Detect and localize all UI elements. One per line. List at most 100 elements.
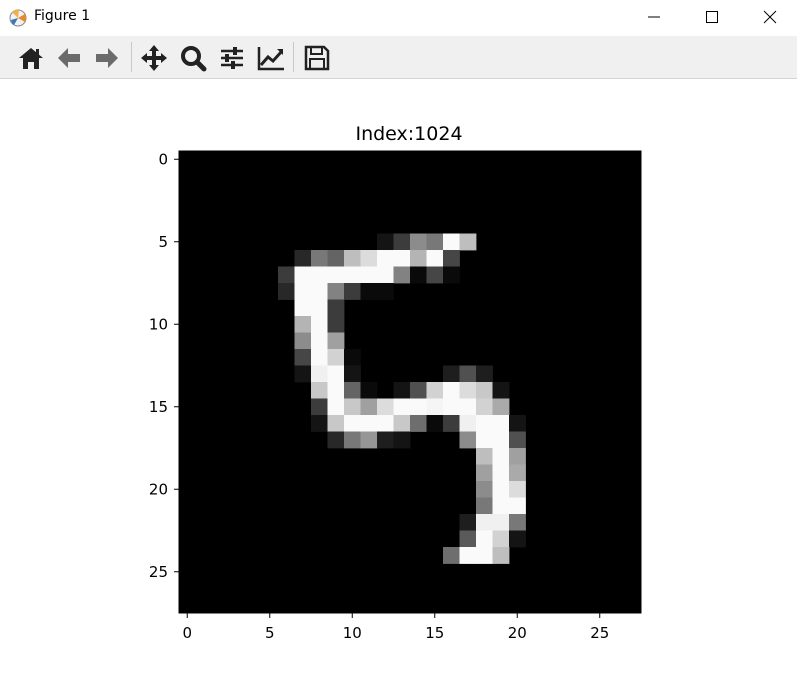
- pixel-cell: [377, 283, 394, 300]
- pixel-cell: [360, 431, 378, 449]
- pixel-cell: [426, 415, 444, 432]
- close-button[interactable]: [747, 0, 793, 34]
- window-title: Figure 1: [34, 8, 91, 24]
- configure-subplots-button[interactable]: [215, 41, 249, 75]
- pixel-cell: [509, 530, 526, 548]
- pixel-cell: [393, 266, 411, 284]
- chart-line-icon: [257, 47, 284, 71]
- pixel-cell: [426, 382, 444, 399]
- x-tick-label: 25: [590, 624, 609, 642]
- pixel-cell: [393, 250, 411, 267]
- pixel-cell: [311, 299, 328, 317]
- image-plot: Index:1024 0 5 10 15 20 25 0 5 10 15 20 25: [149, 123, 642, 642]
- pixel-cell: [459, 398, 477, 416]
- toolbar-separator: [131, 42, 132, 72]
- y-tick-label: 25: [149, 563, 168, 581]
- pixel-cell: [294, 250, 312, 267]
- pixel-cell: [476, 514, 493, 531]
- x-tick-label: 10: [343, 624, 362, 642]
- window-titlebar: Figure 1: [0, 0, 797, 36]
- pixel-cell: [410, 266, 427, 284]
- pixel-cell: [311, 398, 328, 416]
- forward-button[interactable]: [90, 41, 124, 75]
- pixel-cell: [294, 316, 312, 333]
- pixel-cell: [327, 398, 345, 416]
- pixel-cell: [443, 415, 460, 432]
- y-tick-label: 5: [158, 233, 168, 251]
- minimize-button[interactable]: [631, 0, 677, 34]
- pixel-cell: [459, 382, 477, 399]
- y-tick-label: 10: [149, 315, 168, 333]
- pixel-cell: [476, 464, 493, 482]
- save-button[interactable]: [300, 41, 334, 75]
- pixel-cell: [327, 316, 345, 333]
- pixel-cell: [393, 431, 411, 449]
- pixel-cell: [443, 365, 460, 383]
- pixel-cell: [509, 514, 526, 531]
- pixel-cell: [509, 481, 526, 498]
- pixel-cell: [360, 283, 378, 300]
- pixel-cell: [492, 547, 510, 564]
- pixel-cell: [327, 332, 345, 350]
- pixel-cell: [344, 349, 361, 366]
- pixel-cell: [492, 415, 510, 432]
- pixel-cell: [426, 398, 444, 416]
- pixel-cell: [327, 382, 345, 399]
- pan-button[interactable]: [137, 41, 171, 75]
- maximize-icon: [706, 11, 718, 23]
- y-tick-label: 15: [149, 398, 168, 416]
- zoom-button[interactable]: [176, 41, 210, 75]
- pixel-cell: [492, 464, 510, 482]
- x-tick-label: 20: [508, 624, 527, 642]
- pixel-cell: [393, 382, 411, 399]
- pixel-cell: [294, 299, 312, 317]
- pixel-cell: [410, 233, 427, 251]
- pixel-cell: [344, 283, 361, 300]
- pixel-cell: [294, 349, 312, 366]
- edit-axis-button[interactable]: [254, 41, 288, 75]
- x-tick-label: 15: [425, 624, 444, 642]
- pixel-cell: [360, 250, 378, 267]
- home-button[interactable]: [14, 41, 48, 75]
- pixel-cell: [344, 266, 361, 284]
- x-tick-label: 5: [265, 624, 275, 642]
- pixel-cell: [311, 283, 328, 300]
- pixel-cell: [360, 266, 378, 284]
- pixel-cell: [327, 349, 345, 366]
- y-axis: 0 5 10 15 20 25: [149, 150, 179, 581]
- pixel-cell: [476, 431, 493, 449]
- pixel-cell: [443, 250, 460, 267]
- pixel-cell: [459, 547, 477, 564]
- maximize-button[interactable]: [689, 0, 735, 34]
- pixel-cell: [492, 481, 510, 498]
- pixel-cell: [311, 382, 328, 399]
- pixel-cell: [459, 530, 477, 548]
- pixel-cell: [492, 448, 510, 465]
- pixel-cell: [377, 250, 394, 267]
- pixel-cell: [327, 250, 345, 267]
- pixel-cell: [294, 283, 312, 300]
- figure-canvas[interactable]: Index:1024 0 5 10 15 20 25 0 5 10 15 20 25: [0, 78, 797, 678]
- pixel-cell: [327, 283, 345, 300]
- pixel-cell: [509, 497, 526, 515]
- pixel-cell: [509, 464, 526, 482]
- arrow-left-icon: [58, 48, 80, 68]
- y-tick-label: 20: [149, 480, 168, 498]
- pixel-cell: [476, 382, 493, 399]
- pixel-cell: [476, 448, 493, 465]
- y-tick-label: 0: [158, 150, 168, 168]
- minimize-icon: [648, 16, 660, 18]
- pixel-cell: [393, 233, 411, 251]
- pixel-cell: [426, 250, 444, 267]
- matplotlib-logo-icon: [9, 9, 27, 27]
- navigation-toolbar: [0, 36, 797, 79]
- pixel-cell: [410, 398, 427, 416]
- pixel-cell: [377, 415, 394, 432]
- magnifier-icon: [181, 46, 207, 72]
- back-button[interactable]: [52, 41, 86, 75]
- pixel-cell: [294, 365, 312, 383]
- pixel-cell: [476, 530, 493, 548]
- pixel-cell: [443, 547, 460, 564]
- pixel-cell: [311, 415, 328, 432]
- pixel-cell: [492, 497, 510, 515]
